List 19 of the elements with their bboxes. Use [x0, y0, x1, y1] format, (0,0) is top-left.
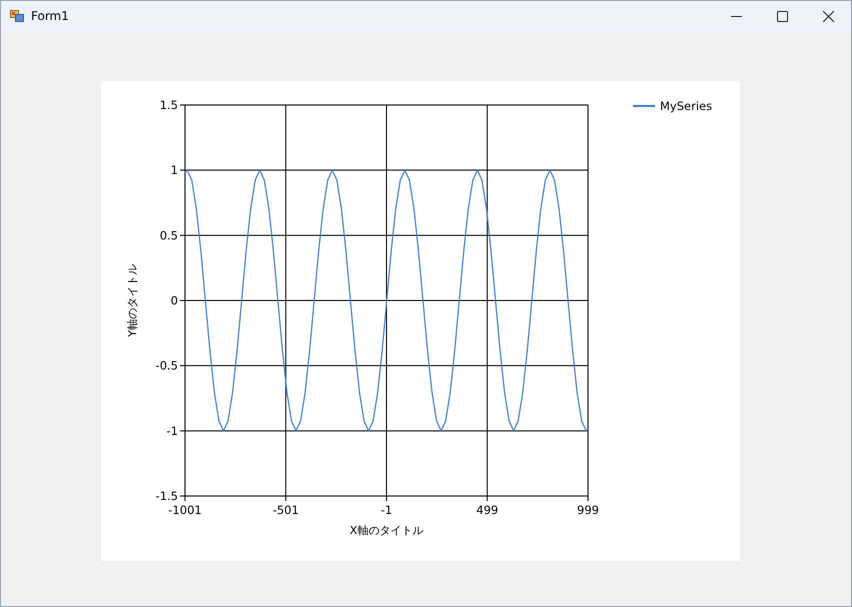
tick-label: -1.5: [156, 489, 178, 503]
maximize-icon: [776, 10, 788, 22]
tick-label: 1: [170, 163, 178, 178]
tick-label: 0: [170, 294, 178, 308]
tick-label: -1: [380, 503, 392, 517]
x-axis-title: X軸のタイトル: [350, 524, 424, 537]
tick-label: -0.5: [156, 358, 178, 373]
tick-label: -1001: [168, 503, 202, 517]
tick-label: 1.5: [160, 98, 178, 112]
tick-label: 999: [577, 503, 599, 517]
window-title: Form1: [31, 9, 69, 23]
tick-label: 0.5: [160, 228, 178, 242]
tick-label: -1: [166, 424, 178, 438]
tick-label: -501: [272, 503, 299, 517]
close-icon: [822, 10, 834, 22]
app-icon: [10, 9, 24, 23]
tick-label: 499: [476, 503, 498, 517]
y-axis-title: Y軸のタイトル: [126, 264, 139, 337]
legend-label: MySeries: [660, 99, 712, 113]
